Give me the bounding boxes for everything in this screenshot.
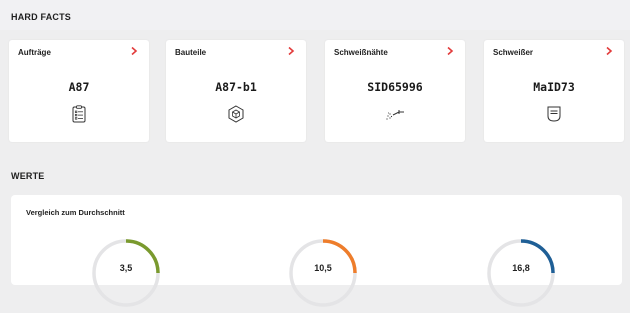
- gauge-1: 3,5: [86, 233, 166, 313]
- card-bauteile[interactable]: Bauteile A87-b1: [166, 40, 306, 142]
- gauge-value: 3,5: [119, 263, 133, 273]
- gauge-ring: [487, 239, 555, 307]
- comparison-panel: Vergleich zum Durchschnitt 3,5 10,5 16,8: [11, 195, 622, 307]
- card-schweisser[interactable]: Schweißer MaID73: [484, 40, 624, 142]
- gauge-value: 10,5: [314, 263, 332, 273]
- card-title: Bauteile: [175, 48, 207, 57]
- chevron-right-icon[interactable]: [287, 46, 295, 56]
- card-value: A87-b1: [215, 80, 257, 94]
- card-value: MaID73: [533, 80, 575, 94]
- card-title: Aufträge: [18, 48, 51, 57]
- gauge-3: 16,8: [481, 233, 561, 313]
- cube-icon: [228, 105, 244, 123]
- gauge-2: 10,5: [283, 233, 363, 313]
- welding-torch-icon: [386, 110, 404, 120]
- chevron-right-icon[interactable]: [605, 46, 613, 56]
- werte-title: WERTE: [11, 171, 45, 181]
- gauge-value: 16,8: [512, 263, 530, 273]
- chevron-right-icon[interactable]: [446, 46, 454, 56]
- clipboard-list-icon: [72, 105, 86, 123]
- card-schweissnaehte[interactable]: Schweißnähte SID65996: [325, 40, 465, 142]
- gauge-ring: [92, 239, 160, 307]
- hard-facts-header-band: [0, 0, 630, 30]
- card-value: SID65996: [367, 80, 423, 94]
- gauge-ring: [289, 239, 357, 307]
- card-value: A87: [68, 80, 90, 94]
- card-auftraege[interactable]: Aufträge A87: [9, 40, 149, 142]
- chevron-right-icon[interactable]: [130, 46, 138, 56]
- panel-title: Vergleich zum Durchschnitt: [26, 208, 125, 217]
- hard-facts-title: HARD FACTS: [11, 12, 71, 22]
- card-title: Schweißnähte: [334, 48, 388, 57]
- card-title: Schweißer: [493, 48, 534, 57]
- id-badge-icon: [547, 106, 561, 122]
